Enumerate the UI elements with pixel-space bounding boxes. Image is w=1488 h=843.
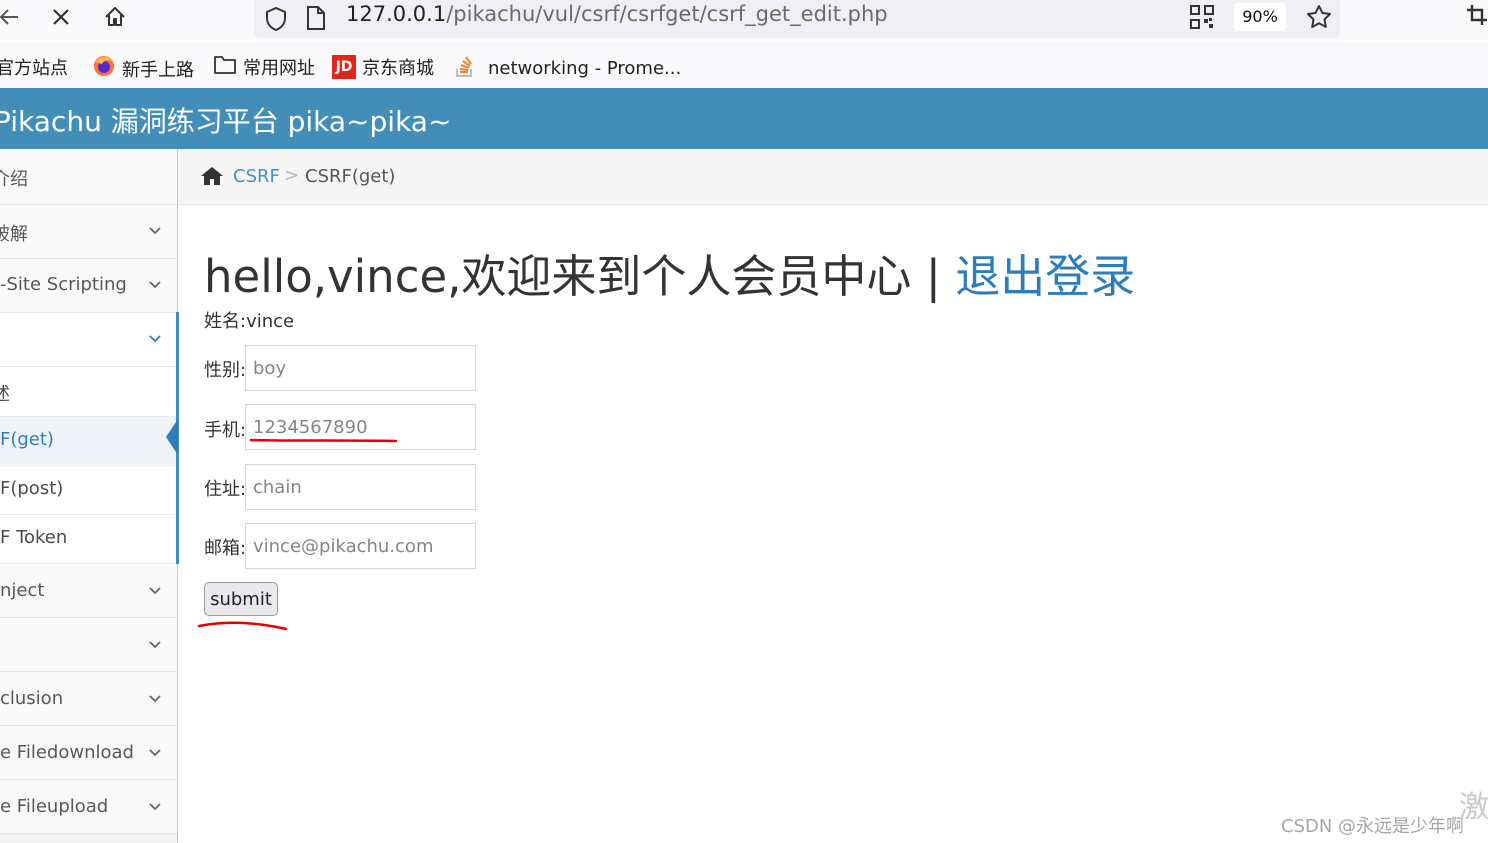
page-icon (306, 6, 326, 34)
home-icon[interactable] (200, 165, 224, 191)
qr-code-icon[interactable] (1190, 5, 1214, 33)
sidebar: 介绍 破解 -Site Scripting 述 F(get) F(post) F… (0, 149, 178, 843)
bookmarks-bar: 官方站点 新手上路 常用网址 JD 京东商城 networking - Prom… (0, 42, 1488, 88)
bookmark-label: 常用网址 (243, 58, 315, 79)
bookmark-label: 京东商城 (362, 58, 434, 79)
sidebar-item-label: -Site Scripting (0, 274, 127, 295)
breadcrumb-current: CSRF(get) (305, 166, 396, 187)
sidebar-item-label: F(get) (0, 429, 54, 450)
browser-toolbar: 127.0.0.1/pikachu/vul/csrf/csrfget/csrf_… (0, 0, 1488, 40)
sidebar-item-csrf[interactable] (0, 313, 177, 367)
address-field[interactable] (245, 464, 476, 510)
email-label: 邮箱: (204, 538, 247, 559)
sidebar-item-label: 介绍 (0, 169, 28, 190)
sidebar-item-fileupload[interactable]: e Fileupload (0, 780, 177, 834)
gender-field[interactable] (245, 345, 476, 391)
corner-watermark: 激 (1459, 790, 1488, 825)
page-title: hello,vince,欢迎来到个人会员中心 | 退出登录 (204, 240, 1135, 305)
gender-label: 性别: (204, 360, 247, 381)
sidebar-subitem-csrf-token[interactable]: F Token (0, 515, 177, 564)
chevron-down-icon (149, 803, 161, 811)
bookmark-jd[interactable]: JD 京东商城 (332, 54, 434, 80)
sidebar-item-xss[interactable]: -Site Scripting (0, 259, 177, 313)
site-header: Pikachu 漏洞练习平台 pika~pika~ (0, 88, 1488, 149)
site-title[interactable]: Pikachu 漏洞练习平台 pika~pika~ (0, 100, 451, 140)
sidebar-item-crack[interactable]: 破解 (0, 205, 177, 259)
zoom-level[interactable]: 90% (1234, 3, 1286, 31)
firefox-icon (92, 54, 116, 83)
bookmark-label: 新手上路 (122, 59, 194, 81)
crop-icon[interactable] (1466, 4, 1488, 30)
breadcrumb-separator: > (284, 165, 300, 186)
url-path: /pikachu/vul/csrf/csrfget/csrf_get_edit.… (446, 2, 888, 26)
sidebar-item-label: e Filedownload (0, 742, 134, 763)
sidebar-item-label: clusion (0, 688, 64, 709)
sidebar-subitem-csrf-get[interactable]: F(get) (0, 417, 177, 466)
folder-icon (213, 55, 237, 80)
chevron-down-icon (149, 749, 161, 757)
back-arrow-icon[interactable] (0, 4, 24, 30)
bookmark-label: networking - Prome... (488, 58, 682, 79)
email-field[interactable] (245, 523, 476, 569)
sidebar-item-file-inclusion[interactable]: clusion (0, 672, 177, 726)
home-icon[interactable] (100, 4, 130, 30)
sidebar-item-rce[interactable] (0, 618, 177, 672)
chevron-down-icon (149, 335, 161, 343)
phone-label: 手机: (204, 420, 247, 441)
chevron-down-icon (149, 587, 161, 595)
submit-underline-annotation (197, 621, 288, 631)
chevron-down-icon (149, 281, 161, 289)
greeting-text: hello,vince,欢迎来到个人会员中心 | (204, 250, 956, 303)
sidebar-active-arrow (166, 419, 178, 455)
stop-icon[interactable] (46, 4, 76, 30)
watermark: CSDN @永远是少年啊 (1281, 816, 1465, 837)
sidebar-item-label: 破解 (0, 224, 28, 245)
sidebar-item-sql-inject[interactable]: nject (0, 564, 177, 618)
sidebar-item-label: F(post) (0, 478, 64, 499)
address-bar[interactable]: 127.0.0.1/pikachu/vul/csrf/csrfget/csrf_… (254, 0, 1340, 38)
logout-link[interactable]: 退出登录 (955, 250, 1135, 303)
name-line: 姓名:vince (204, 311, 295, 332)
bookmark-common-sites[interactable]: 常用网址 (213, 54, 315, 80)
bookmark-label: 官方站点 (0, 58, 68, 79)
sidebar-subitem-csrf-post[interactable]: F(post) (0, 466, 177, 515)
sidebar-item-label: F Token (0, 527, 68, 548)
sidebar-item-filedownload[interactable]: e Filedownload (0, 726, 177, 780)
chevron-down-icon (149, 695, 161, 703)
submit-button[interactable]: submit (204, 582, 278, 616)
sidebar-item-label: e Fileupload (0, 796, 109, 817)
url-host: 127.0.0.1 (346, 2, 447, 26)
address-label: 住址: (204, 479, 247, 500)
bookmark-networking[interactable]: networking - Prome... (454, 54, 681, 83)
chevron-down-icon (149, 227, 161, 235)
star-bookmark-icon[interactable] (1305, 3, 1333, 35)
breadcrumb: CSRF > CSRF(get) (178, 149, 1488, 205)
sidebar-item-label: 述 (0, 384, 10, 405)
jd-logo-icon: JD (332, 55, 356, 79)
stackoverflow-icon (454, 54, 476, 83)
sidebar-item-label: nject (0, 580, 45, 601)
shield-icon[interactable] (264, 6, 288, 36)
phone-field[interactable] (245, 404, 476, 450)
chevron-down-icon (149, 641, 161, 649)
sidebar-item-intro[interactable]: 介绍 (0, 149, 177, 205)
sidebar-subitem-overview[interactable]: 述 (0, 367, 177, 417)
url-text[interactable]: 127.0.0.1/pikachu/vul/csrf/csrfget/csrf_… (346, 2, 888, 26)
bookmark-getting-started[interactable]: 新手上路 (92, 54, 194, 83)
breadcrumb-link-csrf[interactable]: CSRF (233, 166, 280, 187)
bookmark-official-site[interactable]: 官方站点 (0, 54, 68, 80)
